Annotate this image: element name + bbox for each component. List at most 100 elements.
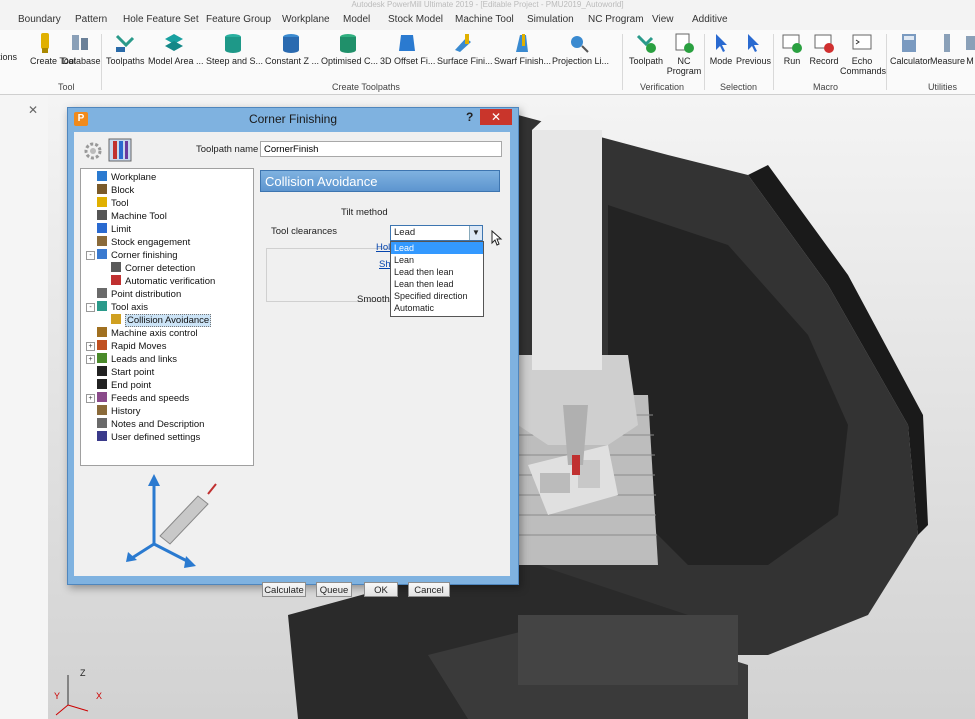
tab-stock-model[interactable]: Stock Model bbox=[388, 14, 443, 25]
previous-button[interactable]: Previous bbox=[736, 32, 771, 66]
tab-nc-program[interactable]: NC Program bbox=[588, 14, 644, 25]
tree-item[interactable]: Point distribution bbox=[97, 288, 181, 301]
tree-item[interactable]: Collision Avoidance bbox=[111, 314, 212, 327]
tree-item-label: User defined settings bbox=[111, 432, 201, 443]
calculator-button[interactable]: Calculator bbox=[890, 32, 931, 66]
steep-shallow-button[interactable]: Steep and S... bbox=[206, 32, 263, 66]
calculate-button[interactable]: Calculate bbox=[262, 582, 306, 597]
tree-item[interactable]: Rapid Moves bbox=[97, 340, 166, 353]
tree-item-label: Block bbox=[111, 185, 135, 196]
tilt-option[interactable]: Lean bbox=[391, 254, 483, 266]
tab-model[interactable]: Model bbox=[343, 14, 370, 25]
tree-item[interactable]: Leads and links bbox=[97, 353, 177, 366]
tab-simulation[interactable]: Simulation bbox=[527, 14, 574, 25]
model-area-button[interactable]: Model Area ... bbox=[148, 32, 204, 66]
tool-clearances-label: Tool clearances bbox=[271, 226, 338, 237]
tree-node-icon bbox=[97, 301, 107, 311]
mode-button[interactable]: Mode bbox=[708, 32, 734, 66]
shank-clearance-link[interactable]: Sh bbox=[379, 259, 391, 270]
chevron-down-icon[interactable]: ▼ bbox=[469, 226, 482, 240]
tilt-method-select[interactable]: Lead ▼ bbox=[390, 225, 483, 241]
run-macro-button[interactable]: Run bbox=[778, 32, 806, 66]
settings-gear-icon[interactable] bbox=[82, 140, 104, 162]
database-button[interactable]: Database bbox=[62, 32, 101, 66]
dialog-body: Toolpath name Workplane Block Tool Machine … bbox=[74, 132, 510, 597]
tree-item[interactable]: Feeds and speeds bbox=[97, 392, 189, 405]
tree-item[interactable]: Stock engagement bbox=[97, 236, 190, 249]
tab-view[interactable]: View bbox=[652, 14, 674, 25]
tilt-option[interactable]: Automatic bbox=[391, 302, 483, 314]
offset-3d-button[interactable]: 3D Offset Fi... bbox=[380, 32, 435, 66]
help-button[interactable]: ? bbox=[466, 110, 473, 124]
mouse-cursor-icon bbox=[491, 230, 503, 246]
cancel-button[interactable]: Cancel bbox=[408, 582, 450, 597]
tree-item[interactable]: Limit bbox=[97, 223, 131, 236]
constant-z-button[interactable]: Constant Z ... bbox=[265, 32, 319, 66]
tree-item[interactable]: Corner detection bbox=[111, 262, 195, 275]
corner-finishing-dialog: P Corner Finishing ? ✕ Toolpath name Wor… bbox=[67, 107, 519, 597]
tree-item[interactable]: Tool axis bbox=[97, 301, 148, 314]
tab-machine-tool[interactable]: Machine Tool bbox=[455, 14, 514, 25]
echo-commands-button[interactable]: Echo Commands bbox=[840, 32, 886, 76]
tab-additive[interactable]: Additive bbox=[692, 14, 728, 25]
collapse-icon[interactable]: - bbox=[86, 303, 95, 312]
record-macro-button[interactable]: Record bbox=[808, 32, 840, 66]
tab-hole-feature-set[interactable]: Hole Feature Set bbox=[123, 14, 199, 25]
surface-finish-button[interactable]: Surface Fini... bbox=[437, 32, 493, 66]
tree-node-icon bbox=[111, 262, 121, 272]
tree-node-icon bbox=[97, 431, 107, 441]
tilt-option[interactable]: Specified direction bbox=[391, 290, 483, 302]
group-selection-label: Selection bbox=[720, 82, 758, 92]
tilt-option[interactable]: Lean then lead bbox=[391, 278, 483, 290]
tree-node-icon bbox=[97, 210, 107, 220]
dialog-title: Corner Finishing bbox=[248, 112, 338, 126]
explorer-close-icon[interactable]: ✕ bbox=[28, 103, 38, 117]
toolpath-verify-icon bbox=[636, 34, 656, 53]
toolpaths-button[interactable]: Toolpaths bbox=[106, 32, 145, 66]
explorer-panel bbox=[0, 95, 49, 719]
projection-icon bbox=[571, 36, 589, 53]
tool-library-icon[interactable] bbox=[108, 138, 132, 162]
tree-item-label: Tool bbox=[111, 198, 129, 209]
expand-icon[interactable]: + bbox=[86, 342, 95, 351]
tree-item[interactable]: History bbox=[97, 405, 141, 418]
collapse-icon[interactable]: - bbox=[86, 251, 95, 260]
optimised-button[interactable]: Optimised C... bbox=[321, 32, 378, 66]
tab-feature-group[interactable]: Feature Group bbox=[206, 14, 271, 25]
tree-item[interactable]: Machine axis control bbox=[97, 327, 198, 340]
expand-icon[interactable]: + bbox=[86, 355, 95, 364]
tree-item[interactable]: Corner finishing bbox=[97, 249, 178, 262]
close-button[interactable]: ✕ bbox=[480, 109, 512, 125]
projection-button[interactable]: Projection Li... bbox=[552, 32, 609, 66]
nc-program-verify-button[interactable]: NC Program bbox=[666, 32, 702, 76]
tilt-option[interactable]: Lead bbox=[391, 242, 483, 254]
swarf-finish-button[interactable]: Swarf Finish... bbox=[494, 32, 551, 66]
tab-workplane[interactable]: Workplane bbox=[282, 14, 330, 25]
tree-item[interactable]: Automatic verification bbox=[111, 275, 215, 288]
tree-item[interactable]: End point bbox=[97, 379, 151, 392]
tree-item[interactable]: Start point bbox=[97, 366, 154, 379]
toolpath-verify-button[interactable]: Toolpath bbox=[626, 32, 666, 66]
tree-item-label: Notes and Description bbox=[111, 419, 205, 430]
holder-clearance-link[interactable]: Hol bbox=[376, 242, 390, 253]
toolpath-name-input[interactable] bbox=[260, 141, 502, 157]
tree-item[interactable]: Notes and Description bbox=[97, 418, 204, 431]
tilt-method-value: Lead bbox=[394, 227, 416, 238]
group-tool-label: Tool bbox=[58, 82, 75, 92]
more-button[interactable]: M bbox=[964, 32, 975, 66]
tab-pattern[interactable]: Pattern bbox=[75, 14, 107, 25]
tree-item[interactable]: Block bbox=[97, 184, 134, 197]
options-button[interactable]: tions bbox=[0, 52, 17, 62]
measure-button[interactable]: Measure bbox=[930, 32, 965, 66]
tab-boundary[interactable]: Boundary bbox=[18, 14, 61, 25]
create-tool-button[interactable]: Create Tool bbox=[30, 32, 76, 66]
tilt-option[interactable]: Lead then lean bbox=[391, 266, 483, 278]
tree-item[interactable]: Workplane bbox=[97, 171, 156, 184]
tree-item[interactable]: User defined settings bbox=[97, 431, 200, 444]
ok-button[interactable]: OK bbox=[364, 582, 398, 597]
tree-item[interactable]: Tool bbox=[97, 197, 128, 210]
queue-button[interactable]: Queue bbox=[316, 582, 352, 597]
tree-item[interactable]: Machine Tool bbox=[97, 210, 167, 223]
expand-icon[interactable]: + bbox=[86, 394, 95, 403]
swarf-finish-icon bbox=[516, 34, 528, 52]
